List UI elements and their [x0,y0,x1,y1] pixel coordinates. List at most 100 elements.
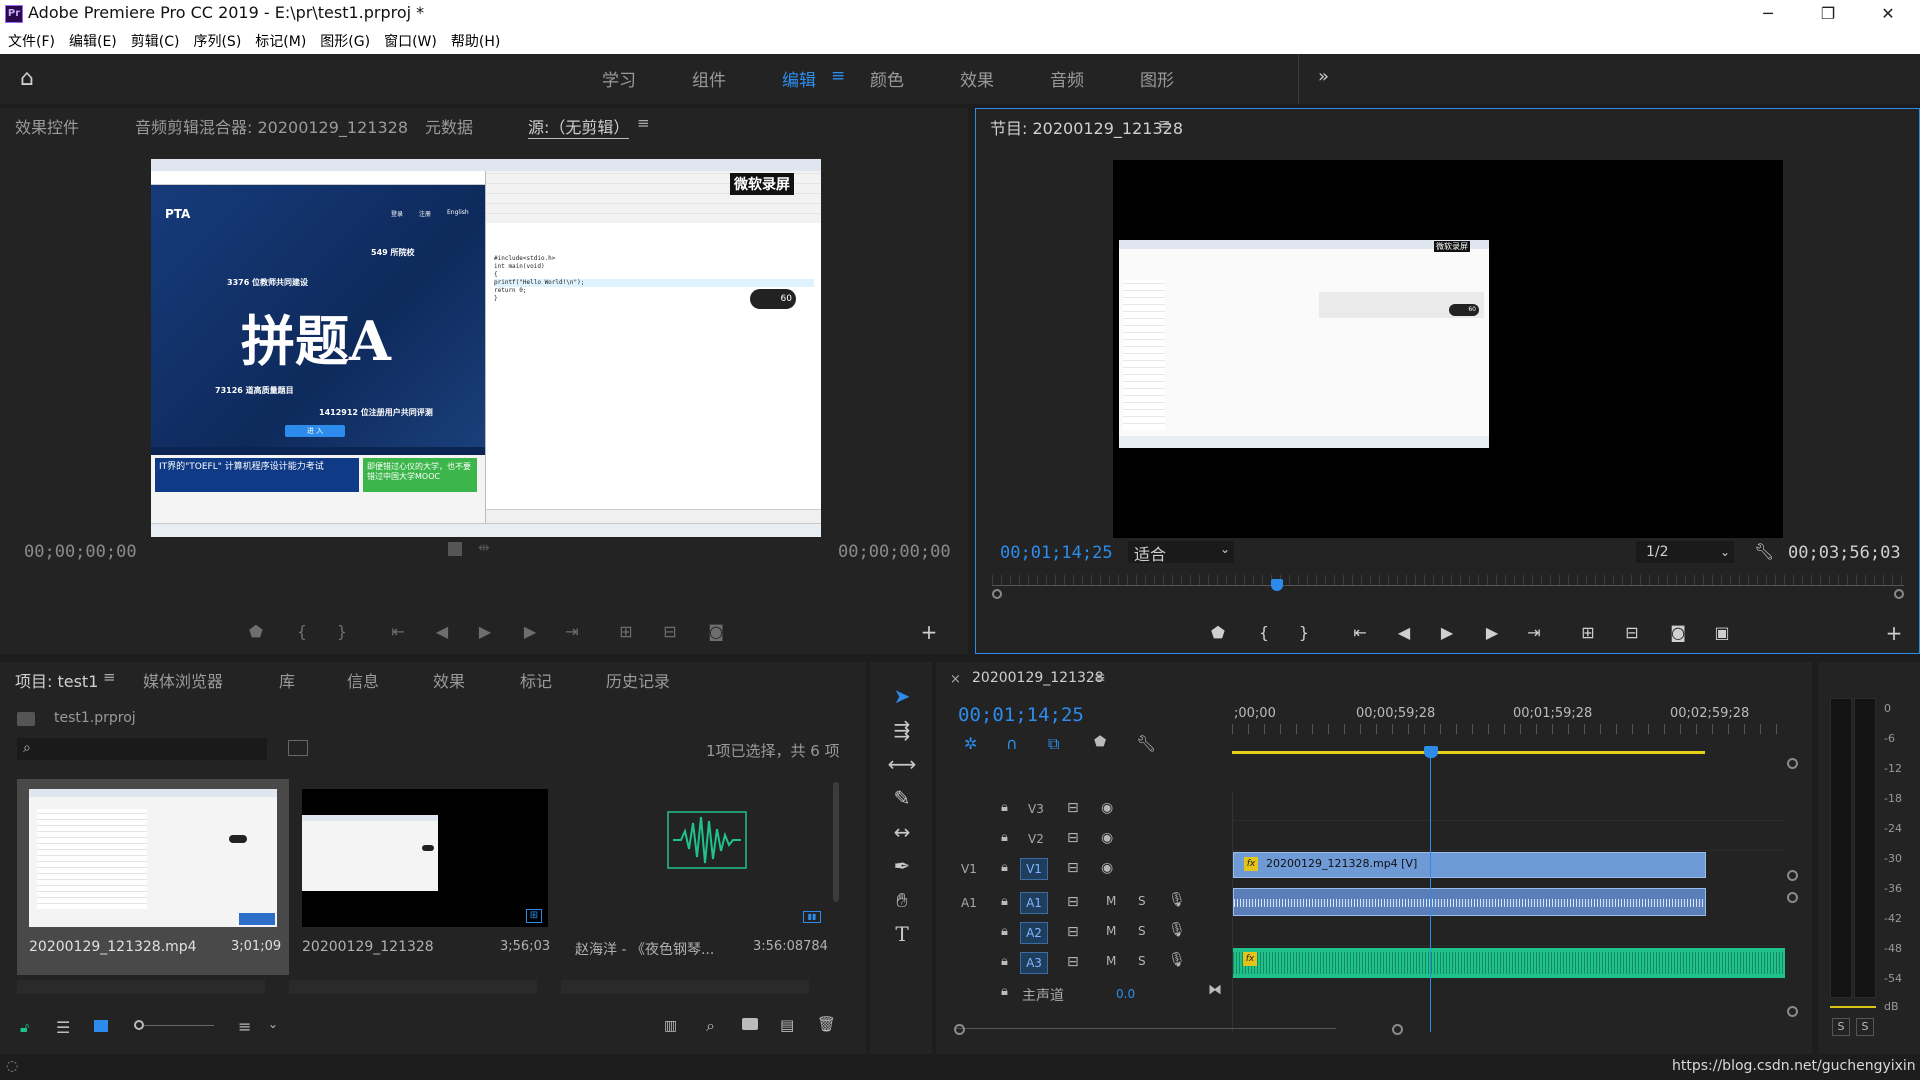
audio-clip-a1[interactable] [1233,888,1706,916]
step-forward-icon[interactable]: ▶ [518,622,542,641]
tab-info[interactable]: 信息 [347,668,379,692]
menu-marker[interactable]: 标记(M) [255,31,306,51]
sync-lock-icon[interactable]: ⊟ [1067,860,1079,876]
scrollbar[interactable] [833,782,839,902]
master-volume-value[interactable]: 0.0 [1116,987,1135,1001]
sync-lock-icon[interactable]: ⊟ [1067,894,1079,910]
lock-icon[interactable]: 🔒︎ [1001,830,1008,845]
v-scroll-handle-bottom[interactable] [1787,1006,1798,1017]
close-button[interactable]: ✕ [1860,0,1916,28]
scrub-end-handle[interactable] [1894,589,1904,599]
track-lane-v3[interactable] [1233,792,1785,821]
work-area-bar[interactable] [1232,751,1705,754]
audio-clip-a3[interactable]: fx [1233,948,1785,978]
microphone-icon[interactable]: 🎙︎ [1168,952,1186,968]
menu-file[interactable]: 文件(F) [8,31,55,51]
trash-icon[interactable]: 🗑︎ [817,1015,836,1033]
insert-clip-icon[interactable]: ⊞ [614,622,638,641]
lift-icon[interactable]: ⊞ [1576,623,1600,642]
ripple-edit-tool-icon[interactable]: ⟷ [882,752,922,780]
home-icon[interactable]: ⌂ [20,66,34,91]
step-back-icon[interactable]: ◀ [430,622,454,641]
sync-lock-icon[interactable]: ⊟ [1067,830,1079,846]
track-target-a3[interactable]: A3 [1020,952,1048,974]
track-select-tool-icon[interactable]: ⇶ [882,718,922,746]
menu-clip[interactable]: 剪辑(C) [131,31,180,51]
eye-icon[interactable]: ◉ [1101,860,1113,876]
minimize-button[interactable]: ─ [1740,0,1796,28]
v-scroll-handle-audio[interactable] [1787,892,1798,903]
more-workspaces-icon[interactable]: » [1318,66,1329,87]
add-marker-icon[interactable]: ⬟ [1206,623,1230,642]
zoom-slider-handle[interactable] [134,1020,144,1030]
menu-help[interactable]: 帮助(H) [451,31,500,51]
menu-sequence[interactable]: 序列(S) [193,31,241,51]
solo-button[interactable]: S [1138,894,1146,908]
menu-graphics[interactable]: 图形(G) [320,31,370,51]
type-tool-icon[interactable]: T [882,922,922,950]
go-to-out-icon[interactable]: ⇥ [1522,623,1546,642]
mark-out-icon[interactable]: } [330,622,354,641]
mark-in-icon[interactable]: { [1252,623,1276,642]
go-to-out-icon[interactable]: ⇥ [560,622,584,641]
eye-icon[interactable]: ◉ [1101,800,1113,816]
source-patch-label[interactable]: A1 [961,896,977,910]
panel-menu-icon[interactable]: ≡ [637,114,650,132]
project-item[interactable]: ▮▮ 赵海洋 - 《夜色钢琴... 3:56:08784 [563,779,831,975]
step-forward-icon[interactable]: ▶ [1480,623,1504,642]
tab-audio-clip-mixer[interactable]: 音频剪辑混合器: 20200129_121328 [135,114,408,138]
tab-project[interactable]: 项目: test1 [15,668,98,692]
new-bin-from-search-icon[interactable] [288,740,308,756]
panel-menu-icon[interactable]: ≡ [103,668,116,686]
lock-icon[interactable]: 🔓︎ [20,1020,29,1036]
track-target-v1[interactable]: V1 [1020,858,1048,880]
export-frame-icon[interactable]: ◙ [704,622,728,641]
icon-view-icon[interactable] [94,1020,108,1032]
panel-menu-icon[interactable]: ≡ [1158,115,1171,133]
lock-icon[interactable]: 🔒︎ [1001,924,1008,939]
wrench-icon[interactable]: 🔧︎ [1754,542,1774,561]
lock-icon[interactable]: 🔒︎ [1001,800,1008,815]
track-area[interactable]: fx 20200129_121328.mp4 [V] fx [1232,792,1785,1032]
v-scroll-handle-top[interactable] [1787,758,1798,769]
scrub-start-handle[interactable] [992,589,1002,599]
new-bin-icon[interactable] [742,1018,758,1030]
timeline-settings-icon[interactable]: 🔧︎ [1136,734,1156,753]
lock-icon[interactable]: 🔒︎ [1001,894,1008,909]
project-item[interactable]: 20200129_121328.mp4 3;01;09 [17,779,289,975]
mute-button[interactable]: M [1106,924,1116,938]
tab-effects[interactable]: 效果 [433,668,465,692]
microphone-icon[interactable]: 🎙︎ [1168,922,1186,938]
resolution-dropdown[interactable]: 1/2 ⌄ [1636,541,1734,563]
workspace-audio[interactable]: 音频 [1050,66,1084,91]
mark-in-icon[interactable]: { [290,622,314,641]
workspace-menu-icon[interactable]: ≡ [831,66,845,86]
timeline-tc-current[interactable]: 00;01;14;25 [958,704,1084,726]
razor-tool-icon[interactable]: ✎ [882,786,922,814]
timeline-tab[interactable]: 20200129_121328 [972,670,1104,686]
sync-lock-icon[interactable]: ⊟ [1067,800,1079,816]
maximize-button[interactable]: ❐ [1800,0,1856,28]
new-item-icon[interactable]: ▤ [780,1016,794,1034]
solo-button[interactable]: S [1138,954,1146,968]
h-scroll-left-handle[interactable] [954,1024,965,1035]
menu-window[interactable]: 窗口(W) [384,31,437,51]
program-title[interactable]: 节目: 20200129_121328 [990,115,1183,139]
overwrite-icon[interactable]: ⊟ [658,622,682,641]
workspace-learn[interactable]: 学习 [602,66,636,91]
track-lane-a2[interactable] [1233,917,1785,946]
workspace-assembly[interactable]: 组件 [692,66,726,91]
slip-tool-icon[interactable]: ↔ [882,820,922,848]
mark-out-icon[interactable]: } [1292,623,1316,642]
program-tc-current[interactable]: 00;01;14;25 [1000,543,1113,563]
lock-icon[interactable]: 🔒︎ [1001,860,1008,875]
workspace-graphics[interactable]: 图形 [1140,66,1174,91]
tab-metadata[interactable]: 元数据 [425,114,473,138]
button-editor-add-icon[interactable]: + [1882,621,1906,645]
video-clip[interactable]: fx 20200129_121328.mp4 [V] [1233,852,1706,878]
snap-magnet-icon[interactable]: ∩ [1006,734,1018,753]
pen-tool-icon[interactable]: ✒ [882,854,922,882]
panel-menu-icon[interactable]: ≡ [1094,670,1106,686]
linked-selection-icon[interactable]: ⧉ [1048,734,1059,754]
track-target-a2[interactable]: A2 [1020,922,1048,944]
